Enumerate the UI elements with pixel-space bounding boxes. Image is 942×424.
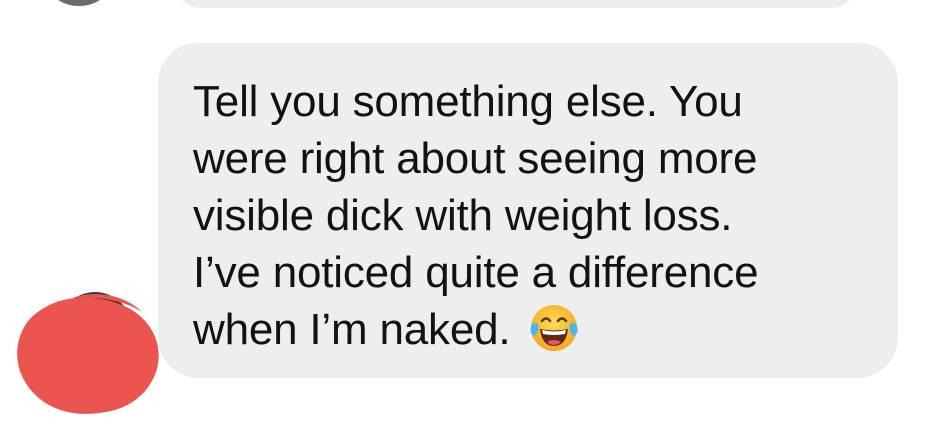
previous-message-bubble[interactable] — [172, 0, 860, 8]
message-line: I’ve noticed quite a difference — [193, 248, 759, 297]
censor-scribble — [17, 294, 159, 414]
message-line-last: when I’m naked. — [193, 301, 868, 358]
message-bubble[interactable]: Tell you something else. You were right … — [158, 43, 898, 378]
face-with-tears-of-joy-icon — [530, 305, 579, 351]
sender-avatar[interactable] — [14, 290, 162, 418]
message-line: Tell you something else. You — [193, 77, 743, 126]
message-line-text: when I’m naked. — [193, 305, 511, 354]
chat-screen: Tell you something else. You were right … — [0, 0, 942, 424]
previous-sender-avatar[interactable] — [48, 0, 110, 6]
message-line: were right about seeing more — [193, 134, 758, 183]
message-line: visible dick with weight loss. — [193, 191, 733, 240]
message-text: Tell you something else. You were right … — [193, 73, 868, 358]
